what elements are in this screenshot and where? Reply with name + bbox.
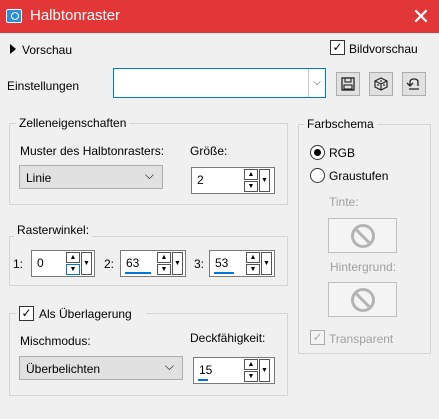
angle3-label: 3: [194,257,205,271]
color-scheme-title: Farbschema [304,117,377,131]
angle1-slider-arrow-icon[interactable]: ▼ [81,252,92,275]
opacity-spinner[interactable]: 15 ▲ ▼ ▼ [193,357,275,384]
reset-arrow-icon [406,78,419,90]
image-preview-label: Bildvorschau [349,42,418,56]
angle2-slider-arrow-icon[interactable]: ▼ [172,252,183,275]
pattern-label: Muster des Halbtonrasters: [20,144,165,158]
size-slider-arrow-icon[interactable]: ▼ [259,169,270,192]
settings-combo[interactable]: ⌵ [113,68,326,98]
close-button[interactable]: ✕ [405,3,437,31]
angle3-up-arrow-icon[interactable]: ▲ [246,252,260,263]
angle2-value: 63 [126,256,140,270]
opacity-label: Deckfähigkeit: [190,331,266,345]
size-label: Größe: [190,144,228,158]
angle3-value: 53 [215,256,229,270]
angle2-down-arrow-icon[interactable]: ▼ [157,264,171,275]
app-camera-icon [6,9,22,23]
chevron-down-icon[interactable]: ⌵ [308,69,325,97]
tint-label: Tinte: [329,195,359,209]
tint-color-box [328,218,397,253]
angle2-progress [125,272,151,274]
opacity-down-arrow-icon[interactable]: ▼ [244,371,258,382]
opacity-up-arrow-icon[interactable]: ▲ [244,359,258,370]
preview-toggle-label[interactable]: Vorschau [22,42,72,58]
size-spinner[interactable]: 2 ▲ ▼ ▼ [191,167,275,194]
grayscale-label: Graustufen [329,169,389,183]
pattern-dropdown[interactable]: Linie ⌵ [19,165,163,189]
image-preview-checkbox[interactable]: ✓ [330,40,345,55]
background-color-box [328,282,397,317]
angle1-down-arrow-icon[interactable]: ▼ [66,264,80,275]
raster-angle-title: Rasterwinkel: [14,223,93,237]
angle1-label: 1: [13,257,24,271]
rgb-label: RGB [329,146,356,160]
size-value: 2 [197,173,204,187]
angle2-up-arrow-icon[interactable]: ▲ [157,252,171,263]
angle3-progress [214,272,234,274]
transparent-label: Transparent [329,332,394,346]
blend-mode-value: Überbelichten [26,362,101,376]
randomize-button[interactable] [369,72,393,96]
opacity-progress [198,379,208,381]
reset-button[interactable] [402,72,426,96]
angle1-spinner[interactable]: 0 ▲ ▼ ▼ [31,250,95,277]
angle3-slider-arrow-icon[interactable]: ▼ [261,252,272,275]
overlay-label: Als Überlagerung [39,307,132,321]
size-down-arrow-icon[interactable]: ▼ [244,181,258,192]
angle1-up-arrow-icon[interactable]: ▲ [66,252,80,263]
size-up-arrow-icon[interactable]: ▲ [244,169,258,180]
background-label: Hintergrund: [330,260,397,274]
save-preset-button[interactable] [336,72,360,96]
opacity-slider-arrow-icon[interactable]: ▼ [259,359,270,382]
angle2-label: 2: [104,257,115,271]
dice-icon [374,77,388,91]
angle2-spinner[interactable]: 63 ▲ ▼ ▼ [120,250,186,277]
cell-properties-title: Zelleneigenschaften [16,116,130,130]
window-title: Halbtonraster [30,7,121,24]
pattern-value: Linie [26,171,52,185]
angle1-value: 0 [37,256,44,270]
rgb-radio[interactable] [310,145,325,160]
disabled-prohibited-icon [350,287,375,312]
blend-mode-dropdown[interactable]: Überbelichten ⌵ [19,356,183,380]
overlay-checkbox[interactable]: ✓ [19,306,34,321]
angle3-down-arrow-icon[interactable]: ▼ [246,264,260,275]
transparent-checkbox[interactable]: ✓ [310,330,325,345]
settings-label: Einstellungen [7,79,80,93]
chevron-down-icon: ⌵ [144,168,154,182]
disabled-prohibited-icon [350,223,375,248]
opacity-value: 15 [199,363,213,377]
floppy-disk-icon [341,77,355,91]
chevron-down-icon: ⌵ [164,359,174,373]
angle3-spinner[interactable]: 53 ▲ ▼ ▼ [209,250,275,277]
blend-mode-label: Mischmodus: [20,334,91,348]
grayscale-radio[interactable] [310,168,325,183]
expand-triangle-icon[interactable] [10,44,16,54]
title-bar: Halbtonraster ✕ [0,0,439,33]
